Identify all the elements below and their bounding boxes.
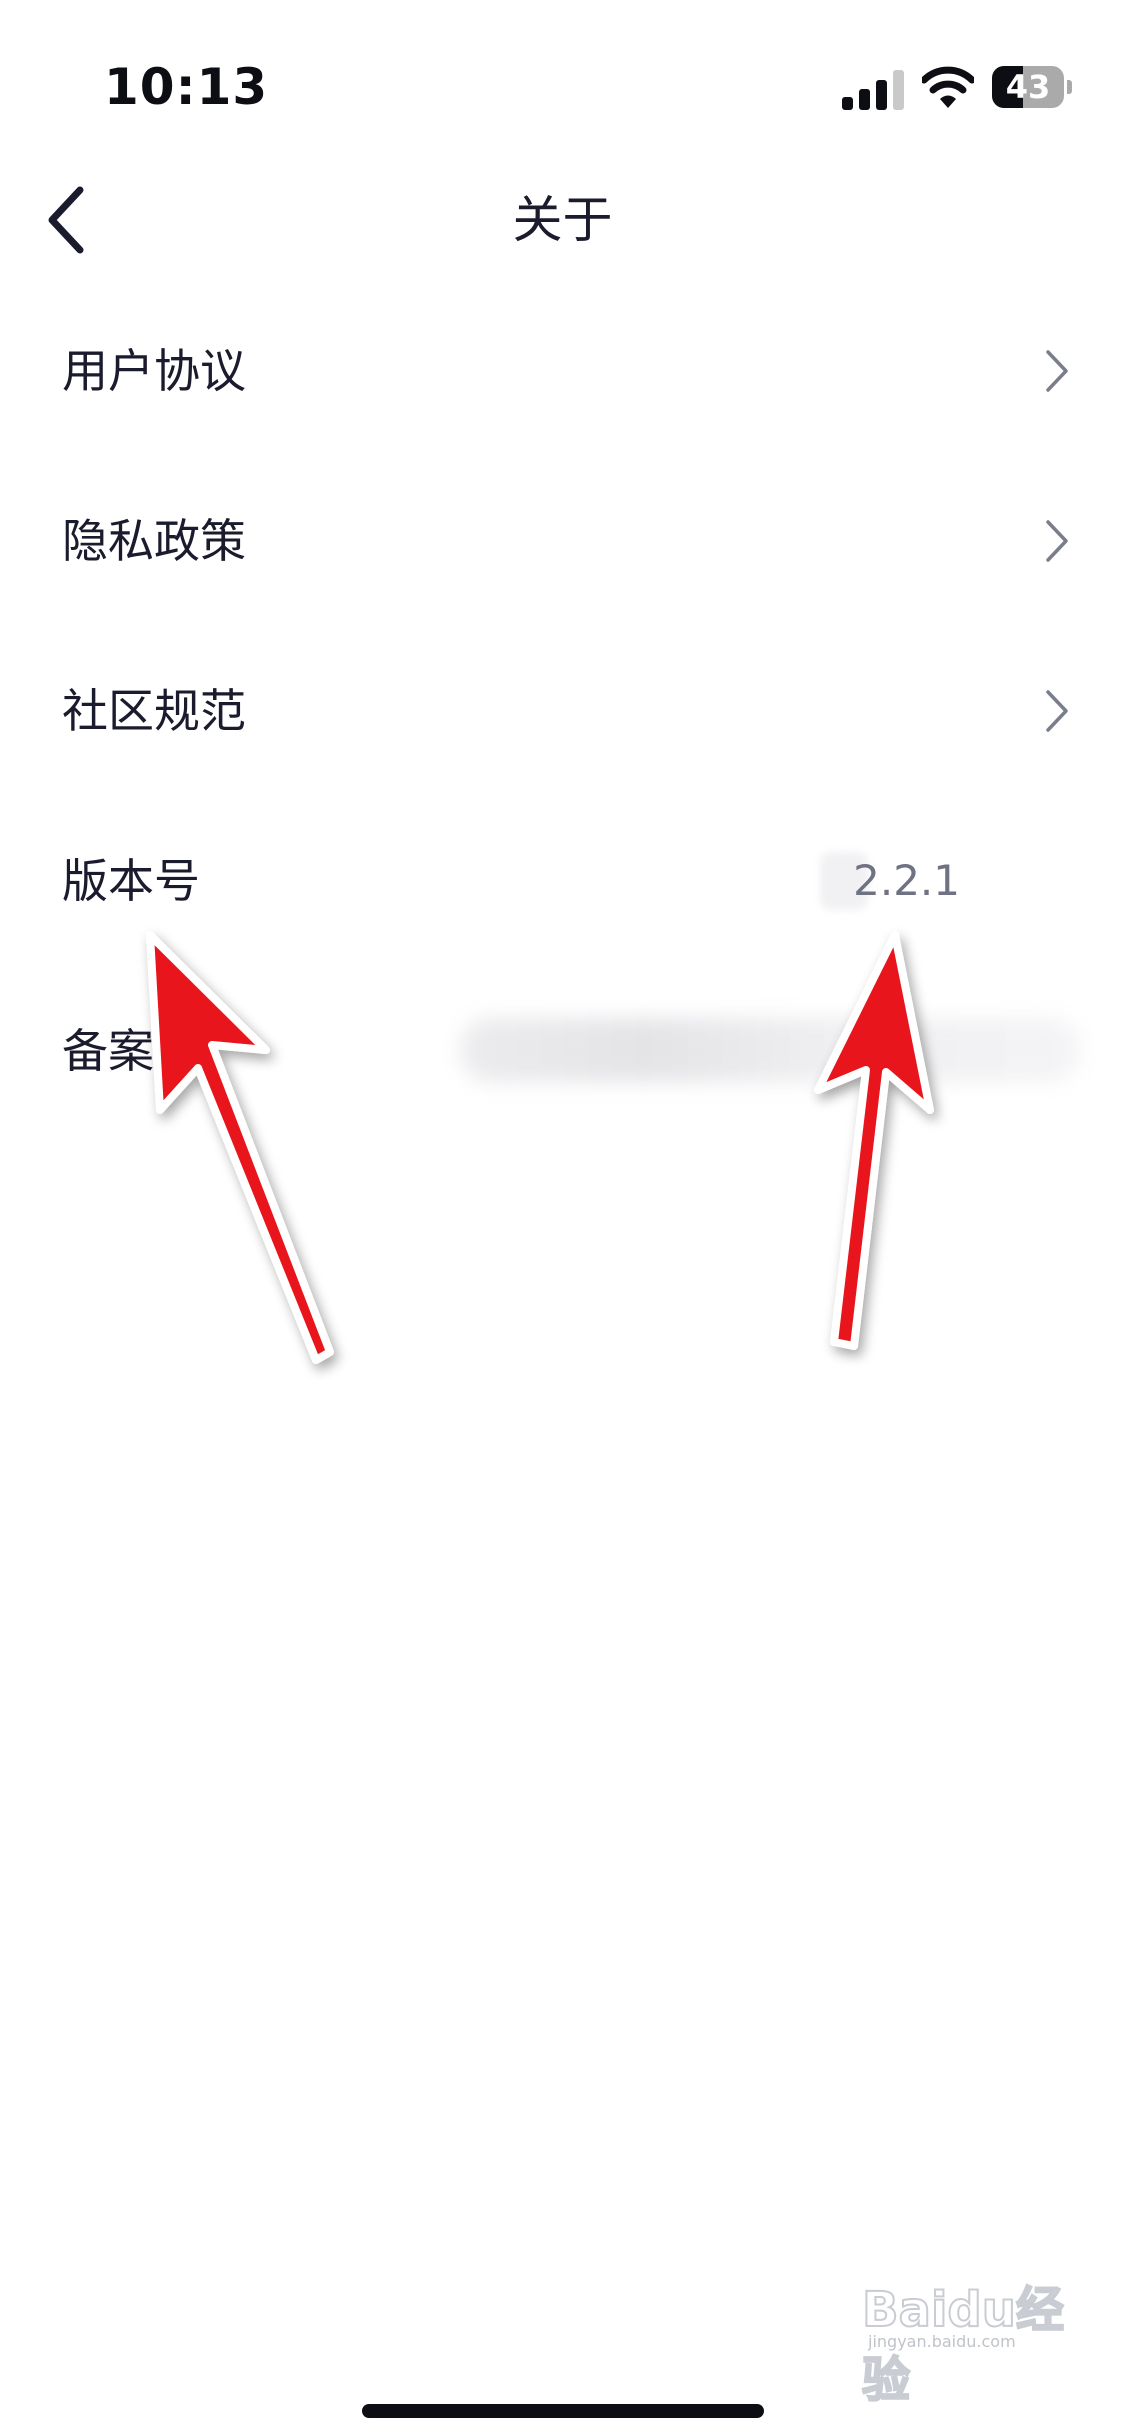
cellular-signal-icon [842, 70, 904, 110]
baidu-watermark: Baidu经验 jingyan.baidu.com [861, 2232, 1082, 2409]
nav-bar: 关于 [0, 170, 1125, 270]
menu-item-version: 版本号 2.2.1 [0, 796, 1125, 966]
menu-item-label: 用户协议 [62, 344, 246, 398]
menu-item-icp-filing[interactable]: 备案 [0, 966, 1125, 1136]
battery-icon: 43 [992, 66, 1072, 110]
version-number: 2.2.1 [853, 856, 960, 905]
page-title: 关于 [512, 191, 613, 249]
about-menu-list: 用户协议 隐私政策 社区规范 版本号 2.2.1 备案 [0, 286, 1125, 1136]
wifi-icon [922, 66, 974, 108]
menu-item-label: 备案 [62, 1024, 154, 1078]
redacted-icp-number [460, 1018, 1080, 1082]
menu-item-label: 隐私政策 [62, 514, 246, 568]
status-time: 10:13 [104, 58, 269, 116]
menu-item-user-agreement[interactable]: 用户协议 [0, 286, 1125, 456]
chevron-right-icon [1046, 350, 1068, 392]
battery-level: 43 [1005, 68, 1051, 106]
menu-item-privacy-policy[interactable]: 隐私政策 [0, 456, 1125, 626]
watermark-url: jingyan.baidu.com [868, 2332, 1016, 2351]
chevron-right-icon [1046, 690, 1068, 732]
chevron-right-icon [1046, 520, 1068, 562]
menu-item-label: 版本号 [62, 854, 200, 908]
menu-item-label: 社区规范 [62, 684, 246, 738]
home-indicator[interactable] [362, 2404, 764, 2418]
status-bar: 10:13 43 [0, 0, 1125, 170]
menu-item-community-guidelines[interactable]: 社区规范 [0, 626, 1125, 796]
